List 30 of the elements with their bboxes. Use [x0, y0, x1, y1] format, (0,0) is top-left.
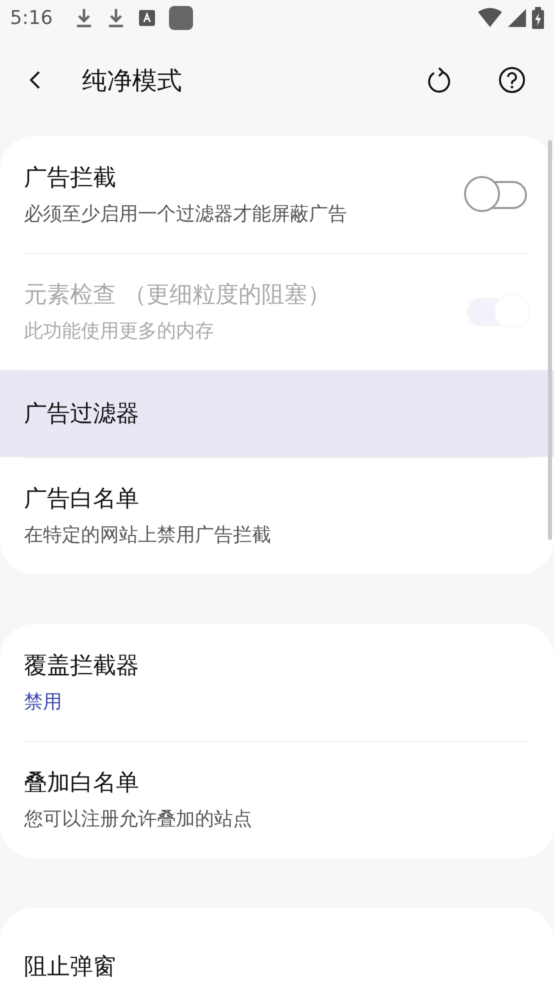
back-icon	[28, 69, 42, 91]
setting-title: 广告白名单	[24, 485, 140, 514]
settings-item[interactable]: 覆盖拦截器 禁用	[0, 624, 554, 741]
square-icon	[168, 6, 193, 30]
app-notification-icon	[138, 10, 155, 26]
settings-item[interactable]: 叠加白名单 您可以注册允许叠加的站点	[0, 741, 554, 858]
setting-summary: 您可以注册允许叠加的站点	[24, 807, 253, 832]
setting-summary: 在特定的网站上禁用广告拦截	[24, 523, 272, 548]
setting-title: 覆盖拦截器	[24, 652, 140, 681]
download-icon	[74, 7, 93, 29]
battery-icon	[532, 7, 544, 29]
settings-item[interactable]: 阻止弹窗	[0, 908, 554, 984]
setting-value: 禁用	[24, 690, 63, 715]
setting-title: 广告过滤器	[24, 400, 140, 429]
signal-icon	[508, 9, 526, 27]
wifi-icon	[478, 8, 502, 28]
settings-item[interactable]: 广告白名单 在特定的网站上禁用广告拦截	[0, 457, 554, 574]
status-time: 5:16	[10, 7, 53, 29]
setting-title: 元素检查 （更细粒度的阻塞）	[24, 281, 332, 310]
setting-summary: 此功能使用更多的内存	[24, 319, 215, 344]
help-icon	[498, 66, 526, 94]
setting-title: 阻止弹窗	[24, 953, 117, 982]
page-title: 纯净模式	[82, 64, 183, 96]
undo-icon	[426, 66, 452, 94]
setting-summary: 必须至少启用一个过滤器才能屏蔽广告	[24, 202, 348, 227]
settings-item[interactable]: 广告拦截 必须至少启用一个过滤器才能屏蔽广告	[0, 136, 554, 253]
settings-item[interactable]: 广告过滤器	[0, 370, 554, 457]
setting-title: 广告拦截	[24, 164, 117, 193]
setting-title: 叠加白名单	[24, 769, 140, 798]
download-icon	[106, 7, 125, 29]
